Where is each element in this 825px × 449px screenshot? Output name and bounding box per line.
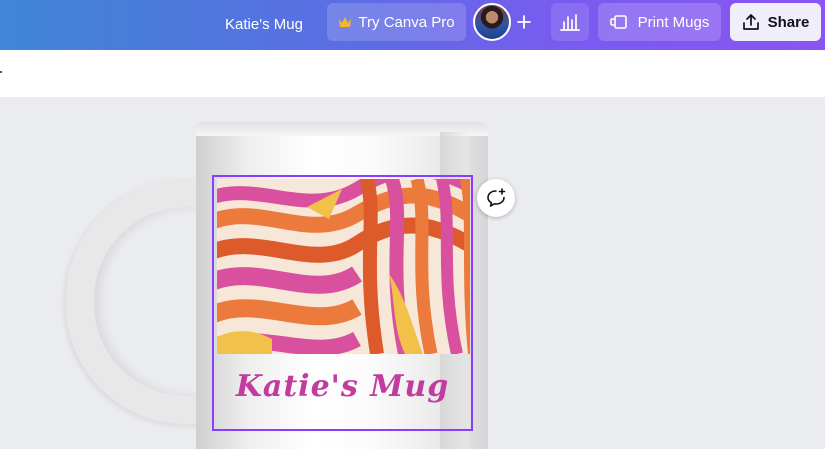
document-title[interactable]: Katie's Mug — [214, 6, 314, 42]
crown-icon — [339, 17, 352, 27]
design-canvas[interactable]: Katie's Mug — [0, 97, 825, 449]
mug-name-text[interactable]: Katie's Mug — [214, 359, 471, 413]
add-collaborator-button[interactable] — [511, 6, 537, 38]
insights-button[interactable] — [551, 3, 589, 41]
mug-icon — [609, 15, 627, 29]
comment-add-icon — [487, 188, 506, 207]
wavy-pattern-artwork — [217, 179, 470, 354]
upload-icon — [742, 14, 759, 30]
try-canva-pro-button[interactable]: Try Canva Pro — [327, 3, 466, 41]
share-label: Share — [767, 13, 810, 31]
wavy-pattern-graphic — [217, 179, 470, 354]
editor-toolbar — [0, 50, 825, 97]
print-mugs-button[interactable]: Print Mugs — [598, 3, 721, 41]
selected-design-element[interactable]: Katie's Mug — [212, 175, 473, 431]
add-comment-button[interactable] — [477, 179, 515, 217]
mug-handle — [66, 179, 216, 424]
plus-icon — [517, 15, 531, 29]
try-canva-pro-label: Try Canva Pro — [358, 13, 455, 31]
print-mugs-label: Print Mugs — [637, 13, 710, 31]
bar-chart-icon — [560, 14, 580, 31]
share-button[interactable]: Share — [730, 3, 821, 41]
avatar[interactable] — [473, 3, 511, 41]
toolbar-marker — [0, 71, 2, 73]
top-bar: Katie's Mug Try Canva Pro Print Mugs Sha… — [0, 0, 825, 50]
